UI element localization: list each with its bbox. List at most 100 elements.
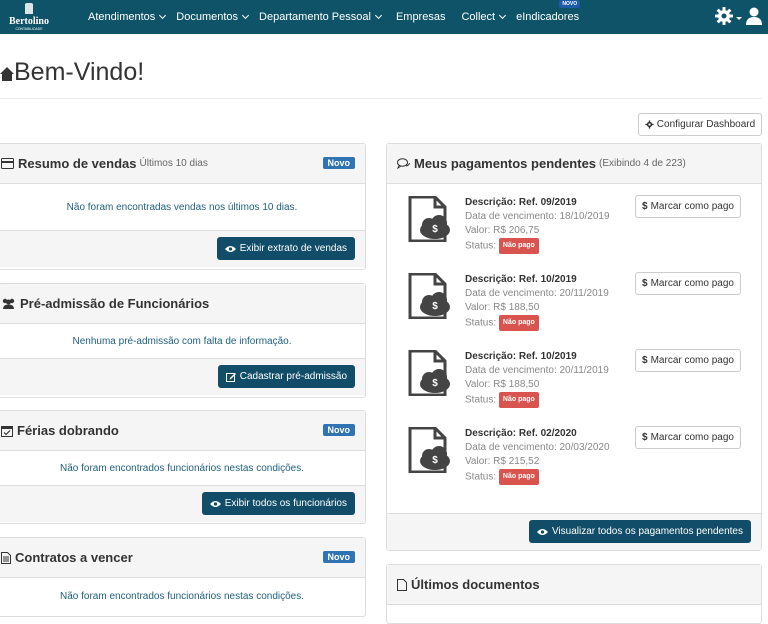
svg-text:$: $	[432, 301, 438, 312]
payment-due-date: Data de vencimento: 20/11/2019	[465, 365, 609, 376]
file-icon	[397, 578, 407, 591]
comments-icon	[397, 158, 410, 169]
panel-contratos-vencer: Contratos a vencer Novo Não foram encont…	[0, 537, 366, 617]
panel-pagamentos-pendentes: Meus pagamentos pendentes (Exibindo 4 de…	[386, 143, 762, 551]
users-icon	[2, 298, 15, 309]
calendar-check-icon	[1, 425, 13, 437]
panel-resumo-vendas: Resumo de vendas Últimos 10 dias Novo Nã…	[0, 143, 366, 270]
edit-icon	[225, 372, 236, 382]
dollar-icon: $	[642, 201, 648, 212]
payment-item: $ Descrição: Ref. 10/2019 Data de vencimen…	[407, 272, 747, 343]
payment-value: Valor: R$ 215,52	[465, 456, 540, 467]
payment-item: $ Descrição: Ref. 02/2020 Data de vencimen…	[407, 426, 747, 497]
mark-as-paid-button[interactable]: $ Marcar como pago	[635, 426, 741, 449]
register-pre-admission-button[interactable]: Cadastrar pré-admissão	[217, 365, 355, 388]
credit-card-icon	[1, 158, 14, 169]
brand-sub: CONTABILIDADE	[15, 27, 43, 31]
chevron-down-icon	[374, 11, 382, 20]
payment-status-label: Status:	[465, 240, 497, 252]
panel-message: Não foram encontrados funcionários nesta…	[59, 590, 305, 602]
payment-description: Descrição: Ref. 09/2019	[465, 197, 577, 208]
chevron-down-icon	[499, 11, 507, 20]
status-badge: Não pago	[498, 238, 539, 254]
payment-item: $ Descrição: Ref. 09/2019 Data de vencimen…	[407, 195, 747, 266]
new-badge: Novo	[322, 424, 355, 436]
caret-down-icon	[736, 17, 742, 20]
panel-footer: Visualizar todos os pagamentos pendentes	[387, 513, 761, 550]
dollar-icon: $	[642, 355, 648, 366]
payment-value: Valor: R$ 206,75	[465, 225, 540, 236]
panel-footer: Cadastrar pré-admissão	[0, 358, 365, 395]
payment-description: Descrição: Ref. 10/2019	[465, 351, 577, 362]
file-text-icon	[1, 551, 11, 564]
status-badge: Não pago	[498, 392, 539, 408]
panel-header: Últimos documentos	[387, 565, 761, 605]
payment-value: Valor: R$ 188,50	[465, 302, 540, 313]
nav-item-atendimentos[interactable]: Atendimentos	[88, 11, 167, 23]
nav-right	[714, 6, 762, 31]
panel-message: Não foram encontradas vendas nos últimos…	[66, 201, 298, 213]
panel-footer: Exibir todos os funcionários	[0, 485, 365, 522]
panel-header: Resumo de vendas Últimos 10 dias Novo	[0, 144, 365, 184]
view-all-employees-button[interactable]: Exibir todos os funcionários	[201, 492, 355, 515]
payment-due-date: Data de vencimento: 20/11/2019	[465, 288, 609, 299]
gear-icon	[645, 120, 654, 129]
new-badge: Novo	[322, 551, 355, 563]
status-badge: Não pago	[498, 469, 539, 485]
nav-item-departamento-pessoal[interactable]: Departamento Pessoal	[259, 11, 382, 23]
panel-footer: Exibir extrato de vendas	[0, 230, 365, 267]
payment-item: $ Descrição: Ref. 10/2019 Data de vencimen…	[407, 349, 747, 420]
document-money-icon: $	[408, 273, 450, 319]
top-navbar: Bertolino CONTABILIDADE Atendimentos Doc…	[0, 0, 768, 34]
nav-item-eindicadores[interactable]: eIndicadores NOVO	[516, 0, 581, 23]
panel-header: Pré-admissão de Funcionários	[0, 284, 365, 324]
document-money-icon: $	[408, 196, 450, 242]
eye-icon	[224, 245, 236, 252]
nav-item-collect[interactable]: Collect	[461, 11, 507, 23]
payment-description: Descrição: Ref. 02/2020	[465, 428, 577, 439]
mark-as-paid-button[interactable]: $ Marcar como pago	[635, 272, 741, 295]
view-all-pending-payments-button[interactable]: Visualizar todos os pagamentos pendentes	[528, 520, 751, 543]
payment-details: Descrição: Ref. 10/2019 Data de venciment…	[465, 350, 609, 408]
panel-pre-admissao: Pré-admissão de Funcionários Nenhuma pré…	[0, 283, 366, 398]
view-sales-statement-button[interactable]: Exibir extrato de vendas	[216, 237, 355, 260]
user-icon[interactable]	[746, 6, 762, 31]
panel-ferias-dobrando: Férias dobrando Novo Não foram encontrad…	[0, 410, 366, 524]
chevron-down-icon	[241, 11, 250, 20]
document-money-icon: $	[408, 427, 450, 473]
brand-name: Bertolino	[9, 16, 49, 27]
payment-description: Descrição: Ref. 10/2019	[465, 274, 577, 285]
nav-menu: Atendimentos Documentos Departamento Pes…	[88, 0, 590, 34]
new-badge: Novo	[322, 157, 355, 169]
dollar-icon: $	[642, 278, 648, 289]
svg-text:$: $	[432, 224, 438, 235]
chevron-down-icon	[159, 11, 167, 20]
nav-item-empresas[interactable]: Empresas	[396, 11, 446, 23]
payment-status-label: Status:	[465, 471, 497, 483]
new-badge: NOVO	[559, 0, 581, 8]
nav-item-documentos[interactable]: Documentos	[176, 11, 250, 23]
payment-details: Descrição: Ref. 10/2019 Data de venciment…	[465, 273, 609, 331]
payment-due-date: Data de vencimento: 18/10/2019	[465, 211, 610, 222]
mark-as-paid-button[interactable]: $ Marcar como pago	[635, 349, 741, 372]
payment-details: Descrição: Ref. 09/2019 Data de venciment…	[465, 196, 610, 254]
payment-details: Descrição: Ref. 02/2020 Data de venciment…	[465, 427, 610, 485]
divider	[0, 98, 762, 99]
payment-due-date: Data de vencimento: 20/03/2020	[465, 442, 610, 453]
page-title: Bem-Vindo!	[0, 58, 144, 87]
mark-as-paid-button[interactable]: $ Marcar como pago	[635, 195, 741, 218]
status-badge: Não pago	[498, 315, 539, 331]
panel-message: Nenhuma pré-admissão com falta de inform…	[72, 335, 292, 347]
home-icon	[0, 66, 14, 81]
payment-status-label: Status:	[465, 394, 497, 406]
document-money-icon: $	[408, 350, 450, 396]
panel-header: Contratos a vencer Novo	[0, 538, 365, 578]
panel-header: Férias dobrando Novo	[0, 411, 365, 451]
payment-status-label: Status:	[465, 317, 497, 329]
brand-logo[interactable]: Bertolino CONTABILIDADE	[6, 1, 52, 32]
configure-dashboard-button[interactable]: Configurar Dashboard	[638, 113, 762, 136]
eye-icon	[536, 528, 548, 535]
gear-icon[interactable]	[714, 6, 734, 31]
svg-text:$: $	[432, 455, 438, 466]
panel-header: Meus pagamentos pendentes (Exibindo 4 de…	[387, 144, 761, 184]
